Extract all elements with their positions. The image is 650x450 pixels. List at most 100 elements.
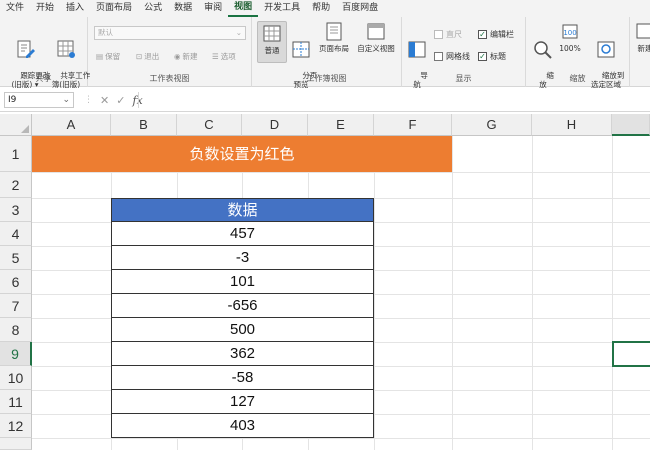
menu-developer[interactable]: 开发工具 [258,0,306,17]
page-layout-button[interactable]: 页面布局 [315,22,353,53]
zoom-button[interactable]: 缩 放 [530,22,556,98]
ribbon: 跟踪更改 (旧版) ▾ 共享工作 簿(旧版) 共享 默认 ⌄ ▤ 保留 ⊡ 退出 ◉… [0,17,650,89]
menu-review[interactable]: 审阅 [198,0,228,17]
track-changes-button[interactable]: 跟踪更改 (旧版) ▾ [6,22,50,98]
page-break-preview-button[interactable]: 分页 预览 [288,22,317,98]
table-cell-b12[interactable]: 403 [111,414,374,438]
custom-views-label: 自定义视图 [357,44,395,53]
exit-button[interactable]: ⊡ 退出 [136,51,159,62]
worksheet-grid: A B C D E F G H 1 2 3 4 5 6 7 8 9 10 11 … [0,114,650,450]
new-window-label: 新建 [637,44,650,53]
menu-bar: 文件 开始 插入 页面布局 公式 数据 审阅 视图 开发工具 帮助 百度网盘 [0,0,650,17]
table-cell-b11[interactable]: 127 [111,390,374,414]
custom-views-button[interactable]: 自定义视图 [353,22,399,53]
row-header-9[interactable]: 9 [0,342,32,366]
chevron-down-icon: ⌄ [235,28,242,37]
ruler-check-box [434,30,443,39]
row-header-10[interactable]: 10 [0,366,32,390]
gridlines-checkbox[interactable]: 网格线 [434,51,470,62]
headings-checkbox[interactable]: ✓ 标题 [478,51,506,62]
formula-bar: I9 ⌄ ⋮ ✕ ✓ fx [0,88,650,112]
column-header-c[interactable]: C [177,114,242,136]
column-header-d[interactable]: D [242,114,308,136]
column-header-i[interactable] [612,114,650,136]
menu-insert[interactable]: 插入 [60,0,90,17]
cancel-icon[interactable]: ✕ [100,94,109,107]
select-all-corner[interactable] [0,114,32,136]
menu-data[interactable]: 数据 [168,0,198,17]
table-header-cell[interactable]: 数据 [111,198,374,222]
options-label: 选项 [220,52,236,61]
enter-icon[interactable]: ✓ [116,94,125,107]
new-view-button[interactable]: ◉ 新建 [174,51,198,62]
row-header-12[interactable]: 12 [0,414,32,438]
column-header-f[interactable]: F [374,114,452,136]
row-header-13[interactable] [0,438,32,450]
share-workbook-button[interactable]: 共享工作 簿(旧版) [46,22,90,98]
sheet-view-dropdown-value: 默认 [98,28,113,37]
menu-view[interactable]: 视图 [228,0,259,17]
formula-input[interactable] [138,92,646,108]
zoom-100-label: 100% [559,44,581,53]
group-sheet-view: 默认 ⌄ ▤ 保留 ⊡ 退出 ◉ 新建 ☰ 选项 工作表视图 [88,17,252,87]
menu-home[interactable]: 开始 [30,0,60,17]
options-button[interactable]: ☰ 选项 [212,51,236,62]
zoom-100-icon: 100 [562,24,578,39]
ruler-checkbox[interactable]: 直尺 [434,29,462,40]
menu-page-layout[interactable]: 页面布局 [90,0,138,17]
row-header-3[interactable]: 3 [0,198,32,222]
table-cell-b5[interactable]: -3 [111,246,374,270]
row-header-1[interactable]: 1 [0,136,32,172]
group-zoom: 缩 放 100 100% 缩放到 选定区域 缩放 [526,17,630,89]
custom-views-icon [367,23,385,40]
column-header-e[interactable]: E [308,114,374,136]
active-cell-selection[interactable] [612,341,650,367]
group-workbook-view-label: 工作簿视图 [306,74,347,83]
zoom-100-button[interactable]: 100 100% [557,22,583,53]
gridline [32,172,650,173]
menu-formulas[interactable]: 公式 [138,0,168,17]
keep-button[interactable]: ▤ 保留 [96,51,120,62]
share-workbook-icon [57,40,75,58]
menu-baidu-netdisk[interactable]: 百度网盘 [336,0,384,17]
row-header-8[interactable]: 8 [0,318,32,342]
zoom-to-selection-button[interactable]: 缩放到 选定区域 [584,22,628,98]
menu-help[interactable]: 帮助 [306,0,336,17]
row-header-11[interactable]: 11 [0,390,32,414]
menu-file[interactable]: 文件 [0,0,30,17]
table-cell-b8[interactable]: 500 [111,318,374,342]
row-header-2[interactable]: 2 [0,172,32,198]
column-header-b[interactable]: B [111,114,177,136]
navigation-button[interactable]: 导 航 [406,22,428,98]
gridline [374,136,375,450]
headings-label: 标题 [490,52,506,61]
group-share-label: 共享 [35,74,52,83]
row-header-4[interactable]: 4 [0,222,32,246]
table-cell-b10[interactable]: -58 [111,366,374,390]
new-window-icon [636,23,650,39]
new-window-button[interactable]: 新建 [632,22,650,53]
zoom-selection-icon [597,41,615,58]
row-header-5[interactable]: 5 [0,246,32,270]
sheet-view-dropdown[interactable]: 默认 ⌄ [94,26,246,40]
row-header-6[interactable]: 6 [0,270,32,294]
formula-bar-label: 编辑栏 [490,30,514,39]
row-header-7[interactable]: 7 [0,294,32,318]
column-header-h[interactable]: H [532,114,612,136]
table-cell-b6[interactable]: 101 [111,270,374,294]
table-cell-b4[interactable]: 457 [111,222,374,246]
group-zoom-label: 缩放 [569,74,586,83]
chevron-down-icon: ⌄ [62,95,70,105]
normal-view-button[interactable]: 普通 [257,21,287,63]
column-header-g[interactable]: G [452,114,532,136]
page-layout-icon [326,22,342,41]
formula-bar-checkbox[interactable]: ✓ 编辑栏 [478,29,514,40]
table-cell-b7[interactable]: -656 [111,294,374,318]
name-box[interactable]: I9 ⌄ [4,92,74,108]
group-sheet-view-label: 工作表视图 [149,74,190,83]
table-cell-b9[interactable]: 362 [111,342,374,366]
column-header-a[interactable]: A [32,114,111,136]
track-changes-icon [17,40,35,58]
title-banner[interactable]: 负数设置为红色 [32,136,452,172]
check-icon: ✓ [478,52,487,61]
